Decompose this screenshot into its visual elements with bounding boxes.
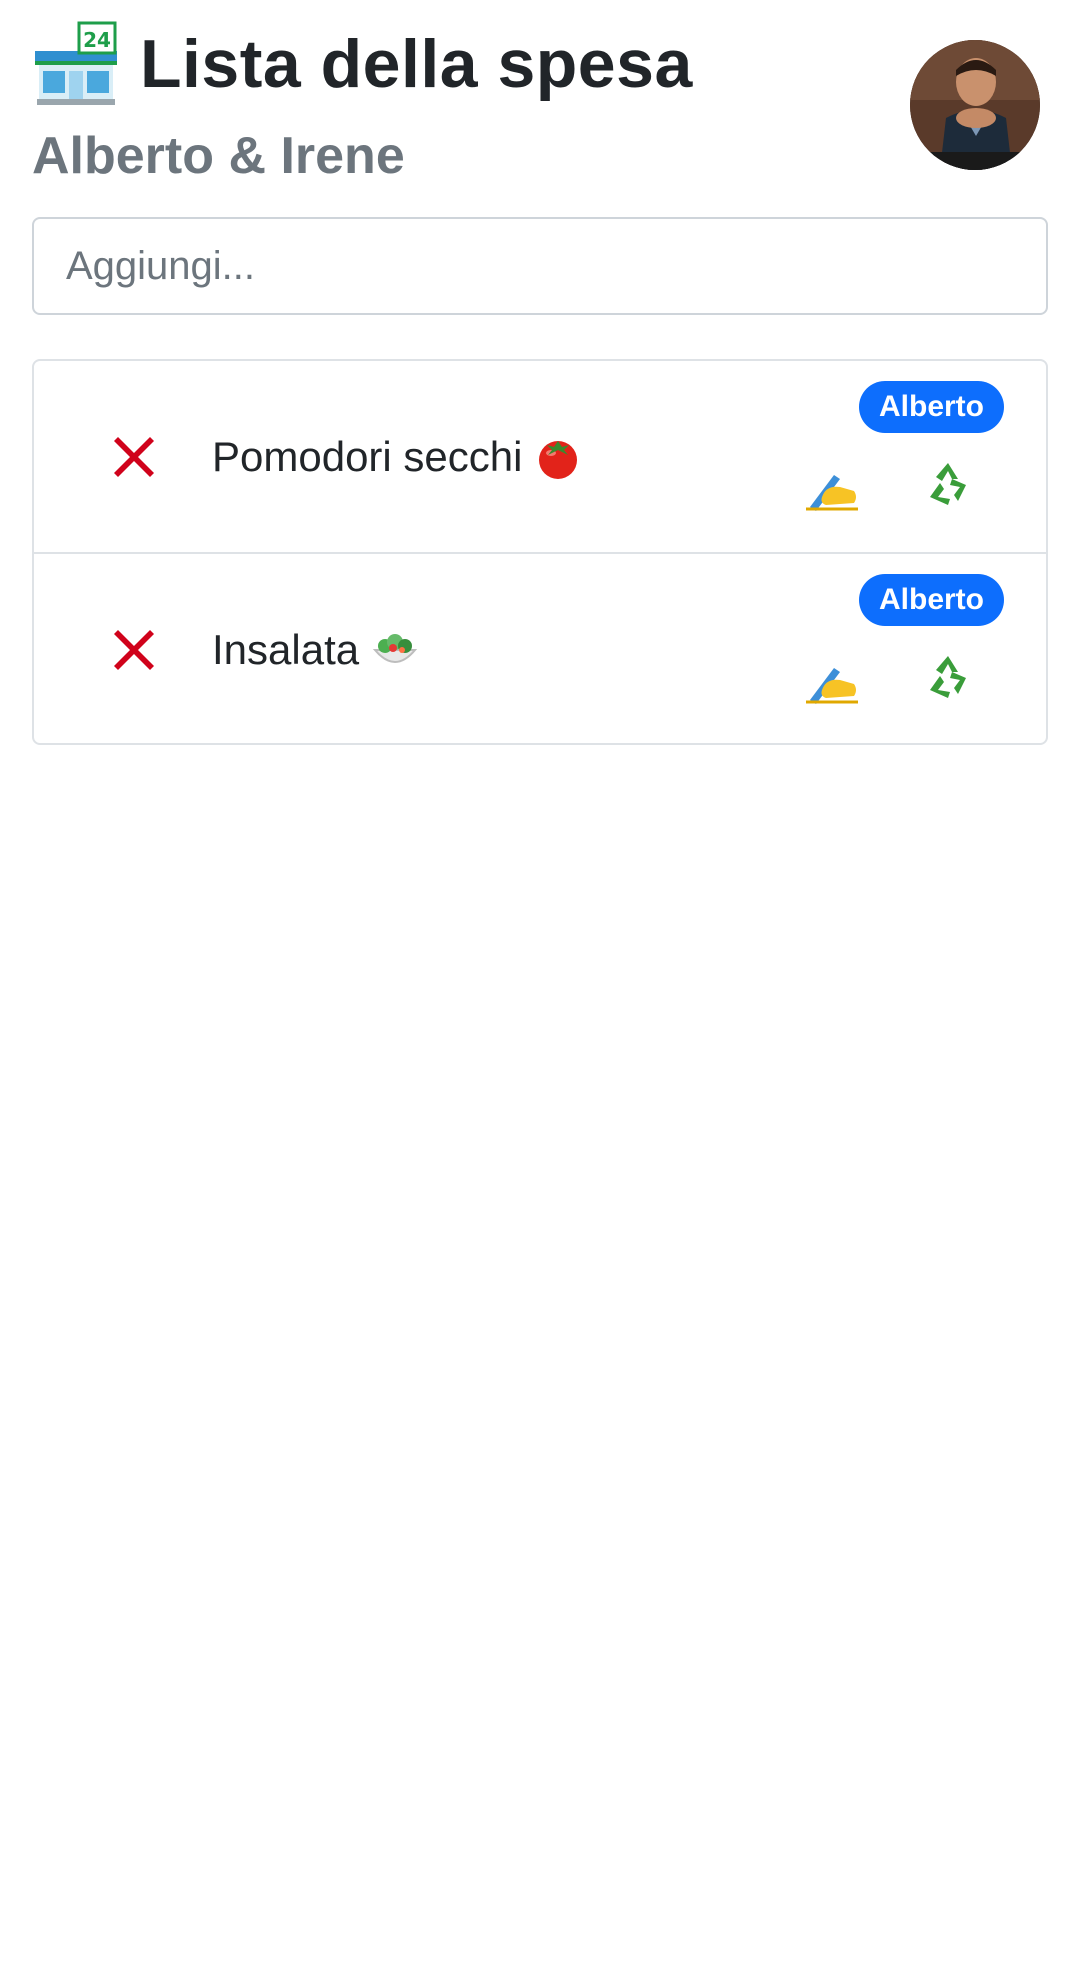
item-label: Insalata xyxy=(212,626,360,673)
svg-text:24: 24 xyxy=(83,28,111,52)
page-header: 24 Lista della spesa Alberto & Irene xyxy=(0,0,1078,210)
add-item-input[interactable] xyxy=(32,217,1048,315)
tomato-icon xyxy=(534,433,582,481)
user-avatar[interactable] xyxy=(910,40,1040,170)
item-label-row: Insalata xyxy=(212,626,419,674)
convenience-store-icon: 24 xyxy=(32,20,120,108)
salad-icon xyxy=(371,626,419,674)
list-item: Insalata Alberto xyxy=(34,552,1046,743)
writing-hand-icon[interactable] xyxy=(804,457,860,513)
recycle-icon[interactable] xyxy=(920,650,976,706)
list-item: Pomodori secchi Alberto xyxy=(34,361,1046,552)
page-title: Lista della spesa xyxy=(140,26,693,102)
item-label-row: Pomodori secchi xyxy=(212,433,582,481)
cross-mark-icon[interactable] xyxy=(106,622,162,678)
owner-badge: Alberto xyxy=(859,574,1004,626)
shopping-list: Pomodori secchi Alberto Insalata Alberto xyxy=(32,359,1048,745)
item-label: Pomodori secchi xyxy=(212,433,523,480)
title-row: 24 Lista della spesa xyxy=(32,18,693,110)
recycle-icon[interactable] xyxy=(920,457,976,513)
writing-hand-icon[interactable] xyxy=(804,650,860,706)
owner-badge: Alberto xyxy=(859,381,1004,433)
cross-mark-icon[interactable] xyxy=(106,429,162,485)
list-owners-subtitle: Alberto & Irene xyxy=(32,127,405,185)
